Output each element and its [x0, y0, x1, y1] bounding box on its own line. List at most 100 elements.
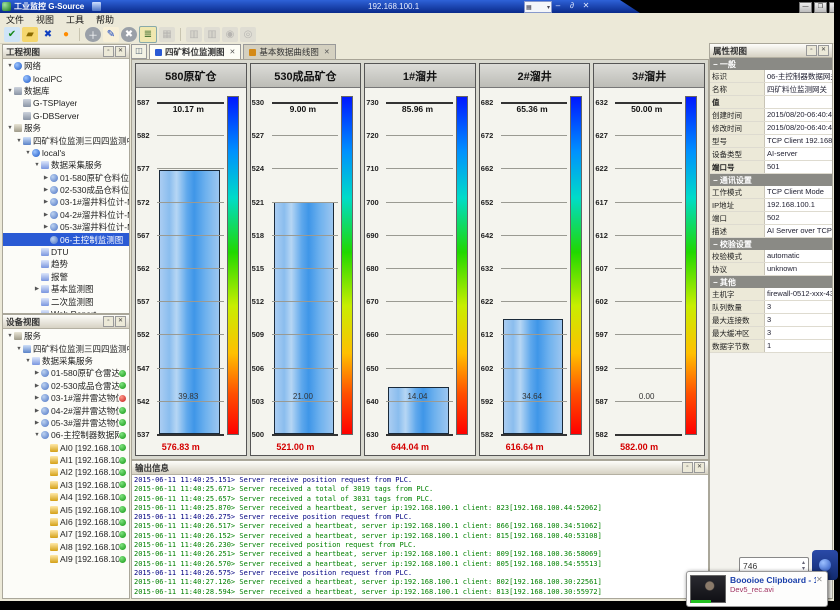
disconnect-button[interactable]: ✖ [40, 27, 56, 42]
tree-item[interactable]: AI1 [192.168.10.3]- [3, 454, 129, 466]
panel-close-icon[interactable]: ✕ [694, 462, 705, 473]
panel-pin-icon[interactable]: ▫ [103, 46, 114, 57]
tree-item[interactable]: G-DBServer [3, 110, 129, 122]
panel-pin-icon[interactable]: ▫ [806, 45, 817, 56]
property-value[interactable] [765, 96, 832, 108]
tree-item[interactable]: 报警 [3, 271, 129, 283]
expand-arrow-icon[interactable]: ▼ [24, 150, 32, 156]
expand-arrow-icon[interactable]: ▼ [6, 63, 14, 69]
open-folder-button[interactable]: ▰ [22, 27, 38, 42]
login-button[interactable]: ✔ [4, 27, 20, 42]
expand-arrow-icon[interactable]: ▼ [6, 88, 14, 94]
panel-close-icon[interactable]: ✕ [115, 46, 126, 57]
menu-item-文件[interactable]: 文件 [6, 13, 24, 26]
alarm-button[interactable]: ● [58, 27, 74, 42]
menu-item-帮助[interactable]: 帮助 [96, 13, 114, 26]
property-value[interactable]: TCP Client 192.168.100.- [765, 135, 832, 147]
property-value[interactable]: 192.168.100.1 [765, 199, 832, 211]
tree-item[interactable]: ▼网络 [3, 60, 129, 72]
tree-item[interactable]: ▶02-530成品仓料位计-Mon- [3, 184, 129, 196]
panel-close-icon[interactable]: ✕ [818, 45, 829, 56]
spinner-arrows-icon[interactable]: ▴▾ [802, 560, 805, 572]
tab-close-icon[interactable]: ✕ [230, 48, 236, 56]
menu-item-视图[interactable]: 视图 [36, 13, 54, 26]
window-control-button[interactable]: ❐ [814, 2, 827, 13]
property-value[interactable]: 1 [765, 340, 832, 352]
property-value[interactable]: 3 [765, 301, 832, 313]
tree-item[interactable]: AI0 [192.168.10.2]- [3, 442, 129, 454]
tree-item[interactable]: ▼local's [3, 147, 129, 159]
tree-item[interactable]: ▼四矿料位监测三四四监测中心- [3, 342, 129, 354]
property-value[interactable]: unknown [765, 263, 832, 275]
expand-arrow-icon[interactable]: ▼ [24, 358, 32, 364]
expand-arrow-icon[interactable]: ▼ [15, 346, 23, 352]
tree-item[interactable]: AI6 [192.168.10.8]- [3, 516, 129, 528]
property-section[interactable]: − 一般 [710, 58, 832, 70]
expand-arrow-icon[interactable]: ▶ [33, 408, 41, 414]
expand-arrow-icon[interactable]: ▶ [42, 224, 50, 230]
property-section[interactable]: − 其他 [710, 276, 832, 288]
expand-arrow-icon[interactable]: ▶ [33, 395, 41, 401]
property-value[interactable]: automatic [765, 250, 832, 262]
property-section[interactable]: − 校验设置 [710, 238, 832, 250]
tree-item[interactable]: AI3 [192.168.10.5]- [3, 479, 129, 491]
property-value[interactable]: firewall-0512-xxx-43- [765, 288, 832, 300]
delete-button[interactable]: ✖ [121, 27, 137, 42]
tree-item[interactable]: ▼服务 [3, 122, 129, 134]
tab-list-icon[interactable]: ◫ [131, 44, 147, 59]
property-value[interactable]: 501 [765, 161, 832, 173]
tree-item[interactable]: AI5 [192.168.10.7]- [3, 503, 129, 515]
property-value[interactable]: 3 [765, 314, 832, 326]
close-button[interactable]: ✕ [580, 1, 592, 11]
add-button[interactable]: ＋ [85, 27, 101, 42]
expand-arrow-icon[interactable]: ▼ [15, 138, 23, 144]
tree-item[interactable]: AI8 [192.168.10.10]- [3, 541, 129, 553]
property-value[interactable]: 2015/08/20-06:40:47- [765, 109, 832, 121]
property-value[interactable]: TCP Client Mode [765, 186, 832, 198]
property-section[interactable]: − 通讯设置 [710, 174, 832, 186]
tree-item[interactable]: DTU [3, 246, 129, 258]
tree-item[interactable]: ▼四矿料位监测三四四监测中心- [3, 134, 129, 146]
tree-item[interactable]: ▼服务 [3, 330, 129, 342]
panel-pin-icon[interactable]: ▫ [103, 316, 114, 327]
expand-arrow-icon[interactable]: ▶ [42, 187, 50, 193]
panel-pin-icon[interactable]: ▫ [682, 462, 693, 473]
expand-arrow-icon[interactable]: ▶ [33, 370, 41, 376]
property-value[interactable]: 2015/08/20-06:40:47- [765, 122, 832, 134]
panel-close-icon[interactable]: ✕ [115, 316, 126, 327]
clipboard-toast[interactable]: Boooioe Clipboard - 10% Dev5_rec.avi ✕ [686, 571, 828, 607]
tree-item[interactable]: AI4 [192.168.10.6]- [3, 491, 129, 503]
expand-arrow-icon[interactable]: ▶ [42, 175, 50, 181]
taglist-button[interactable]: ≣ [139, 26, 157, 43]
expand-arrow-icon[interactable]: ▶ [42, 212, 50, 218]
expand-arrow-icon[interactable]: ▶ [33, 383, 41, 389]
expand-arrow-icon[interactable]: ▼ [6, 333, 14, 339]
tree-item[interactable]: AI7 [192.168.10.9]- [3, 528, 129, 540]
tree-item[interactable]: ▶04-2#溜井料位计-Mon- [3, 209, 129, 221]
tree-item[interactable]: AI2 [192.168.10.4]- [3, 466, 129, 478]
restore-button[interactable]: ∂ [566, 1, 578, 11]
tree-item[interactable]: ▶01-580原矿仓料位计-Mon- [3, 172, 129, 184]
tree-item[interactable]: ▶02-530成品仓雷达物位计- [3, 380, 129, 392]
property-value[interactable]: 3 [765, 327, 832, 339]
tree-item[interactable]: 趋势 [3, 258, 129, 270]
tree-item[interactable]: ▶03-1#溜井雷达物位计- [3, 392, 129, 404]
tab-monitor[interactable]: 四矿料位监测图 ✕ [149, 44, 241, 59]
expand-arrow-icon[interactable]: ▼ [33, 432, 41, 438]
property-value[interactable]: 四矿料位监测网关 [765, 83, 832, 95]
tree-item[interactable]: AI9 [192.168.10.11]- [3, 553, 129, 565]
property-value[interactable]: 06-主控制器数据网关- [765, 70, 832, 82]
minimize-button[interactable]: – [552, 1, 564, 11]
tab-close-icon[interactable]: ✕ [324, 48, 330, 56]
titlebar-combo[interactable]: ▦▾ [524, 1, 552, 13]
window-control-button[interactable]: — [799, 2, 812, 13]
tree-item[interactable]: ▼数据采集服务 [3, 159, 129, 171]
tree-item[interactable]: ▶基本监测图 [3, 283, 129, 295]
toast-close-icon[interactable]: ✕ [816, 575, 824, 603]
expand-arrow-icon[interactable]: ▶ [33, 420, 41, 426]
property-value[interactable]: AI Server over TCP [765, 225, 832, 237]
tree-item[interactable]: Web Report… [3, 308, 129, 313]
tree-item[interactable]: ▼06-主控制器数据网关 [3, 429, 129, 441]
tree-item[interactable]: ▶01-580原矿仓雷达物位计- [3, 367, 129, 379]
tab-curves[interactable]: 基本数据曲线图 ✕ [243, 44, 335, 59]
